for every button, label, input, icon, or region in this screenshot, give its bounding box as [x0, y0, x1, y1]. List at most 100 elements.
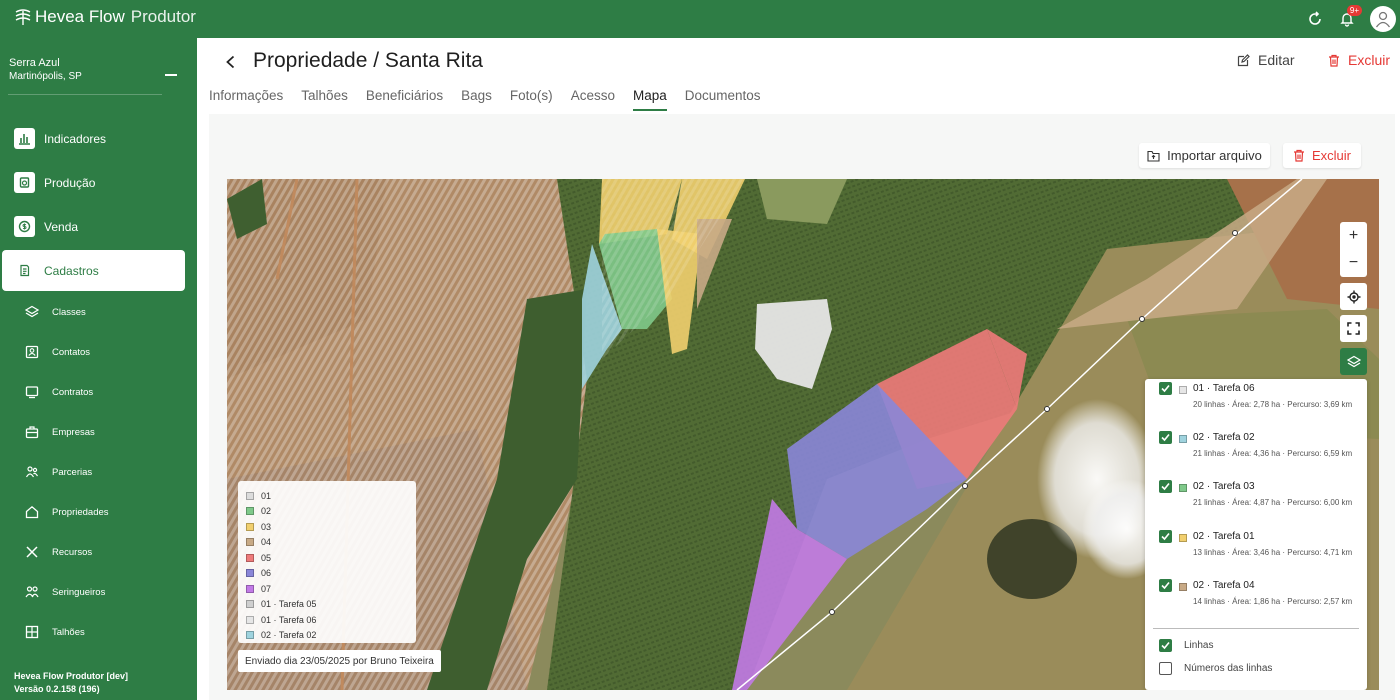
production-icon	[14, 172, 35, 193]
task-details: 13 linhas · Área: 3,46 ha · Percurso: 4,…	[1193, 548, 1353, 557]
version-number: Versão 0.2.158 (196)	[14, 684, 100, 694]
workers-icon	[24, 584, 40, 600]
task-name: 01 · Tarefa 06	[1193, 383, 1255, 394]
sidebar-item-talhoes[interactable]: Talhões	[24, 618, 184, 646]
notifications-button[interactable]: 9+	[1332, 4, 1362, 34]
sidebar-item-label: Seringueiros	[52, 586, 106, 598]
legend-item: 06	[246, 566, 408, 582]
zoom-in-button[interactable]: +	[1349, 223, 1358, 250]
tab-bar: Informações Talhões Beneficiários Bags F…	[209, 88, 779, 111]
task-swatch	[1179, 386, 1187, 394]
legend-item: 01 · Tarefa 06	[246, 612, 408, 628]
locate-button[interactable]	[1340, 283, 1367, 310]
task-checkbox[interactable]	[1159, 431, 1172, 444]
task-swatch	[1179, 583, 1187, 591]
task-checkbox[interactable]	[1159, 530, 1172, 543]
grid-icon	[24, 624, 40, 640]
leaf-logo-icon	[15, 9, 31, 25]
task-swatch	[1179, 435, 1187, 443]
task-checkbox[interactable]	[1159, 579, 1172, 592]
map-delete-label: Excluir	[1311, 148, 1351, 163]
sidebar-item-seringueiros[interactable]: Seringueiros	[24, 578, 184, 606]
sidebar-item-cadastros[interactable]: Cadastros	[2, 250, 185, 291]
edit-button[interactable]: Editar	[1237, 52, 1295, 68]
legend-swatch	[246, 491, 254, 500]
tab-bags[interactable]: Bags	[461, 88, 492, 111]
delete-button[interactable]: Excluir	[1328, 52, 1390, 68]
brand-name: Hevea Flow	[35, 7, 125, 26]
notifications-badge: 9+	[1346, 5, 1362, 16]
legend-item: 03	[246, 519, 408, 535]
sidebar-item-contratos[interactable]: Contratos	[24, 378, 184, 406]
sidebar-item-label: Empresas	[52, 426, 95, 438]
sidebar-item-label: Parcerias	[52, 466, 93, 478]
zoom-out-button[interactable]: −	[1349, 250, 1358, 277]
sidebar-item-propriedades[interactable]: Propriedades	[24, 498, 184, 526]
task-checkbox[interactable]	[1159, 480, 1172, 493]
upload-info: Enviado dia 23/05/2025 por Bruno Teixeir…	[238, 650, 441, 672]
sidebar-item-contatos[interactable]: Contatos	[24, 338, 184, 366]
page-title: Propriedade / Santa Rita	[253, 49, 483, 72]
legend-swatch	[246, 584, 254, 593]
layers-button[interactable]	[1340, 348, 1367, 375]
tab-talhoes[interactable]: Talhões	[301, 88, 348, 111]
sidebar-item-recursos[interactable]: Recursos	[24, 538, 184, 566]
legend-label: 06	[261, 568, 272, 579]
home-icon	[24, 504, 40, 520]
task-checkbox[interactable]	[1159, 382, 1172, 395]
user-avatar[interactable]	[1370, 6, 1396, 32]
sync-button[interactable]	[1300, 4, 1330, 34]
layers-icon	[24, 304, 40, 320]
import-file-label: Importar arquivo	[1167, 148, 1262, 163]
collapse-icon[interactable]	[165, 74, 177, 76]
task-item: 01 · Tarefa 06 20 linhas · Área: 2,78 ha…	[1145, 381, 1367, 429]
sync-icon	[1309, 11, 1321, 25]
check-icon	[1161, 433, 1170, 442]
check-icon	[1161, 384, 1170, 393]
task-item: 02 · Tarefa 04 14 linhas · Área: 1,86 ha…	[1145, 578, 1367, 626]
brand-logo[interactable]: Hevea Flow Produtor	[14, 7, 196, 27]
tab-beneficiarios[interactable]: Beneficiários	[366, 88, 443, 111]
sidebar-item-classes[interactable]: Classes	[24, 298, 184, 326]
farm-selector[interactable]: Serra Azul Martinópolis, SP	[9, 56, 82, 84]
tab-mapa[interactable]: Mapa	[632, 88, 667, 111]
line-numbers-checkbox[interactable]	[1159, 662, 1172, 675]
check-icon	[1161, 581, 1170, 590]
tab-informacoes[interactable]: Informações	[209, 88, 283, 111]
line-numbers-option-label: Números das linhas	[1184, 663, 1273, 674]
sidebar-item-indicadores[interactable]: Indicadores	[2, 118, 185, 159]
legend-label: 01 · Tarefa 06	[261, 614, 317, 625]
zoom-controls: + −	[1340, 222, 1367, 277]
sidebar-item-label: Contatos	[52, 346, 91, 358]
trash-icon	[1329, 54, 1339, 67]
main-content: Propriedade / Santa Rita Editar Excluir …	[197, 38, 1400, 700]
sidebar-item-label: Cadastros	[44, 263, 99, 278]
satellite-map[interactable]: + − 01 02 03 04 05 06 07 01 · Tarefa 05	[227, 179, 1379, 690]
sidebar-item-empresas[interactable]: Empresas	[24, 418, 184, 446]
tab-documentos[interactable]: Documentos	[685, 88, 761, 111]
version-app-name: Hevea Flow Produtor [dev]	[14, 671, 129, 681]
map-panel: Importar arquivo Excluir + − 01 02 03 04…	[209, 114, 1395, 700]
sidebar: Serra Azul Martinópolis, SP Indicadores …	[0, 38, 197, 700]
tab-fotos[interactable]: Foto(s)	[510, 88, 553, 111]
company-icon	[24, 424, 40, 440]
sidebar-item-parcerias[interactable]: Parcerias	[24, 458, 184, 486]
legend-swatch	[246, 631, 254, 640]
sidebar-item-venda[interactable]: Venda	[2, 206, 185, 247]
edit-button-label: Editar	[1258, 52, 1295, 68]
back-button[interactable]	[221, 52, 241, 72]
map-delete-button[interactable]: Excluir	[1283, 143, 1361, 168]
legend-label: 01 · Tarefa 05	[261, 599, 317, 610]
legend-label: 02 · Tarefa 02	[261, 630, 317, 641]
task-name: 02 · Tarefa 02	[1193, 432, 1255, 443]
legend-swatch	[246, 553, 254, 562]
tab-acesso[interactable]: Acesso	[571, 88, 615, 111]
lines-checkbox[interactable]	[1159, 639, 1172, 652]
brand-suffix: Produtor	[130, 7, 196, 26]
fullscreen-button[interactable]	[1340, 315, 1367, 342]
import-file-button[interactable]: Importar arquivo	[1139, 143, 1270, 168]
legend-label: 02	[261, 506, 272, 517]
check-icon	[1161, 532, 1170, 541]
sidebar-item-label: Contratos	[52, 386, 94, 398]
sidebar-item-producao[interactable]: Produção	[2, 162, 185, 203]
